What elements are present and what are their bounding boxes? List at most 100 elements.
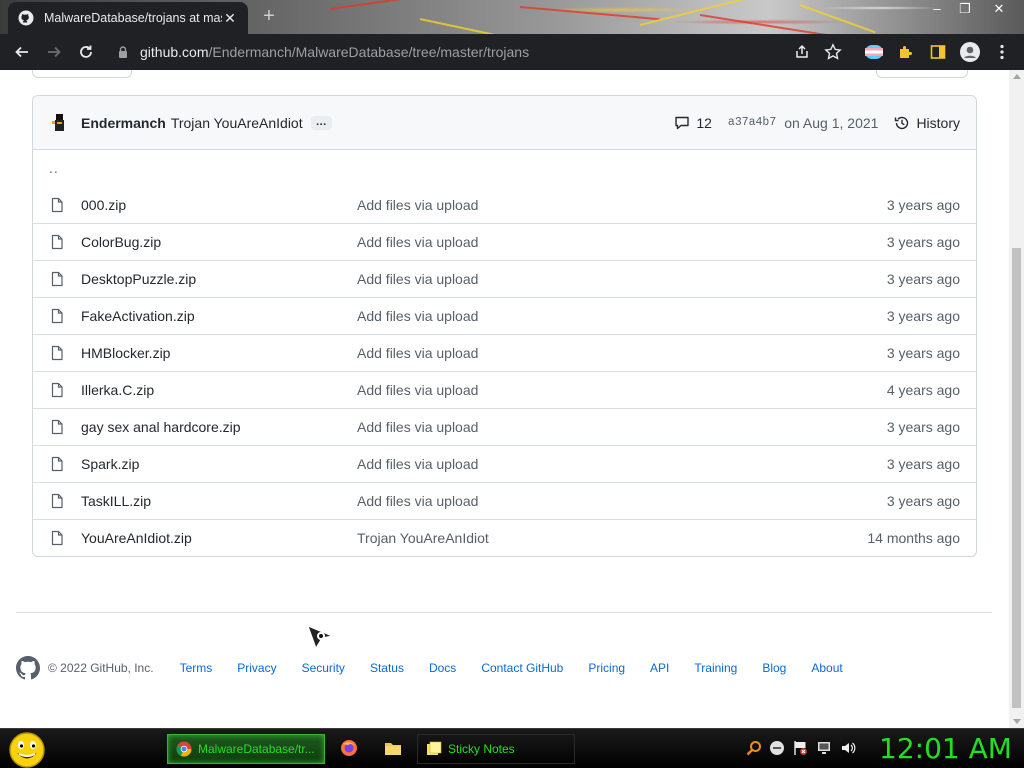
table-row[interactable]: TaskILL.zip Add files via upload 3 years a… xyxy=(33,482,976,519)
table-row[interactable]: 000.zip Add files via upload 3 years ago xyxy=(33,186,976,223)
footer-link-security[interactable]: Security xyxy=(302,661,345,675)
new-tab-button[interactable]: + xyxy=(258,6,280,28)
github-logo-icon[interactable] xyxy=(16,656,40,680)
bookmark-star-icon[interactable] xyxy=(823,42,843,62)
table-row[interactable]: gay sex anal hardcore.zip Add files via u… xyxy=(33,408,976,445)
start-button-smiley-icon[interactable] xyxy=(8,731,46,768)
minimize-window-button[interactable]: ‒ xyxy=(924,0,950,18)
taskbar-button-chrome[interactable]: MalwareDatabase/tr... xyxy=(167,734,325,764)
file-commit-message-link[interactable]: Add files via upload xyxy=(357,308,887,324)
site-footer: © 2022 GitHub, Inc. Terms Privacy Securi… xyxy=(16,656,868,680)
table-row[interactable]: HMBlocker.zip Add files via upload 3 years… xyxy=(33,334,976,371)
footer-link-training[interactable]: Training xyxy=(694,661,737,675)
file-name-link[interactable]: Spark.zip xyxy=(81,456,357,472)
parent-directory-row[interactable]: .. xyxy=(33,150,976,186)
file-name-link[interactable]: DesktopPuzzle.zip xyxy=(81,271,357,287)
expand-commit-button[interactable]: … xyxy=(310,115,332,130)
reload-icon xyxy=(80,45,92,58)
file-explorer-icon[interactable] xyxy=(384,739,402,757)
volume-tray-icon[interactable] xyxy=(840,740,856,756)
scroll-up-icon[interactable] xyxy=(1013,74,1021,79)
file-icon xyxy=(49,493,65,509)
chrome-icon xyxy=(176,741,192,757)
footer-link-pricing[interactable]: Pricing xyxy=(588,661,625,675)
table-row[interactable]: YouAreAnIdiot.zip Trojan YouAreAnIdiot 14 … xyxy=(33,519,976,556)
table-row[interactable]: FakeActivation.zip Add files via upload 3 … xyxy=(33,297,976,334)
address-bar[interactable]: github.com/Endermanch/MalwareDatabase/tr… xyxy=(106,37,856,67)
footer-link-docs[interactable]: Docs xyxy=(429,661,456,675)
scrollbar-thumb[interactable] xyxy=(1012,248,1021,708)
file-name-link[interactable]: TaskILL.zip xyxy=(81,493,357,509)
file-icon xyxy=(49,308,65,324)
table-row[interactable]: ColorBug.zip Add files via upload 3 years … xyxy=(33,223,976,260)
back-arrow-icon xyxy=(15,46,28,58)
file-commit-message-link[interactable]: Add files via upload xyxy=(357,382,887,398)
author-avatar[interactable] xyxy=(49,113,69,133)
branch-button-stub[interactable] xyxy=(32,70,132,78)
history-link[interactable]: History xyxy=(894,115,960,131)
commit-message[interactable]: Trojan YouAreAnIdiot xyxy=(171,115,303,131)
github-favicon-icon xyxy=(18,10,34,26)
footer-link-terms[interactable]: Terms xyxy=(180,661,213,675)
footer-link-contact-github[interactable]: Contact GitHub xyxy=(481,661,563,675)
file-age: 3 years ago xyxy=(886,234,960,250)
search-tray-icon[interactable] xyxy=(746,740,762,756)
file-commit-message-link[interactable]: Add files via upload xyxy=(357,493,887,509)
file-name-link[interactable]: FakeActivation.zip xyxy=(81,308,357,324)
file-commit-message-link[interactable]: Trojan YouAreAnIdiot xyxy=(357,530,867,546)
footer-link-privacy[interactable]: Privacy xyxy=(237,661,276,675)
file-age: 3 years ago xyxy=(886,308,960,324)
scroll-down-icon[interactable] xyxy=(1013,719,1021,724)
go-to-file-button-stub[interactable] xyxy=(876,70,968,78)
file-age: 3 years ago xyxy=(886,196,960,213)
extensions-puzzle-icon[interactable] xyxy=(896,42,916,62)
close-window-button[interactable]: ✕ xyxy=(986,0,1012,18)
file-commit-message-link[interactable]: Add files via upload xyxy=(357,271,887,287)
footer-link-status[interactable]: Status xyxy=(370,661,404,675)
footer-link-api[interactable]: API xyxy=(650,661,669,675)
file-name-link[interactable]: YouAreAnIdiot.zip xyxy=(81,530,357,546)
file-name-link[interactable]: gay sex anal hardcore.zip xyxy=(81,419,357,435)
file-name-link[interactable]: ColorBug.zip xyxy=(81,234,357,250)
file-icon xyxy=(49,419,65,435)
taskbar-clock[interactable]: 12:01 AM xyxy=(879,732,1012,765)
taskbar-sticky-notes-label: Sticky Notes xyxy=(448,742,515,756)
footer-link-blog[interactable]: Blog xyxy=(762,661,786,675)
file-name-link[interactable]: 000.zip xyxy=(81,197,357,213)
taskbar-button-sticky-notes[interactable]: Sticky Notes xyxy=(417,734,575,764)
footer-link-about[interactable]: About xyxy=(811,661,842,675)
commit-sha[interactable]: a37a4b7 xyxy=(728,116,776,129)
restore-window-button[interactable]: ❐ xyxy=(952,0,978,18)
table-row[interactable]: DesktopPuzzle.zip Add files via upload 3 y… xyxy=(33,260,976,297)
file-commit-message-link[interactable]: Add files via upload xyxy=(357,419,887,435)
extension-flag-icon[interactable] xyxy=(864,42,884,62)
file-commit-message-link[interactable]: Add files via upload xyxy=(357,197,887,213)
page-scrollbar[interactable] xyxy=(1009,70,1024,728)
profile-avatar-icon[interactable] xyxy=(960,42,980,62)
action-center-flag-icon[interactable] xyxy=(792,740,808,756)
comments-link[interactable]: 12 xyxy=(674,115,712,131)
parent-directory-link[interactable]: .. xyxy=(49,160,59,176)
file-commit-message-link[interactable]: Add files via upload xyxy=(357,234,887,250)
network-tray-icon[interactable] xyxy=(816,740,832,756)
file-name-link[interactable]: HMBlocker.zip xyxy=(81,345,357,361)
footer-copyright: © 2022 GitHub, Inc. xyxy=(48,661,154,675)
file-name-link[interactable]: Illerka.C.zip xyxy=(81,382,357,398)
side-panel-icon[interactable] xyxy=(928,42,948,62)
active-tab[interactable]: MalwareDatabase/trojans at mas ✕ xyxy=(8,2,248,34)
commit-date: on Aug 1, 2021 xyxy=(784,114,879,131)
close-tab-icon[interactable]: ✕ xyxy=(222,10,238,27)
share-icon[interactable] xyxy=(792,42,812,62)
firefox-icon[interactable] xyxy=(340,739,358,757)
table-row[interactable]: Illerka.C.zip Add files via upload 4 years… xyxy=(33,371,976,408)
reload-button[interactable] xyxy=(70,36,102,68)
browser-menu-icon[interactable] xyxy=(992,42,1012,62)
commit-author[interactable]: Endermanch xyxy=(81,115,166,131)
back-button[interactable] xyxy=(6,36,38,68)
file-commit-message-link[interactable]: Add files via upload xyxy=(357,345,887,361)
status-tray-icon[interactable] xyxy=(769,740,785,756)
forward-button[interactable] xyxy=(38,36,70,68)
file-commit-message-link[interactable]: Add files via upload xyxy=(357,456,887,472)
table-row[interactable]: Spark.zip Add files via upload 3 years ago xyxy=(33,445,976,482)
history-icon xyxy=(895,116,909,129)
